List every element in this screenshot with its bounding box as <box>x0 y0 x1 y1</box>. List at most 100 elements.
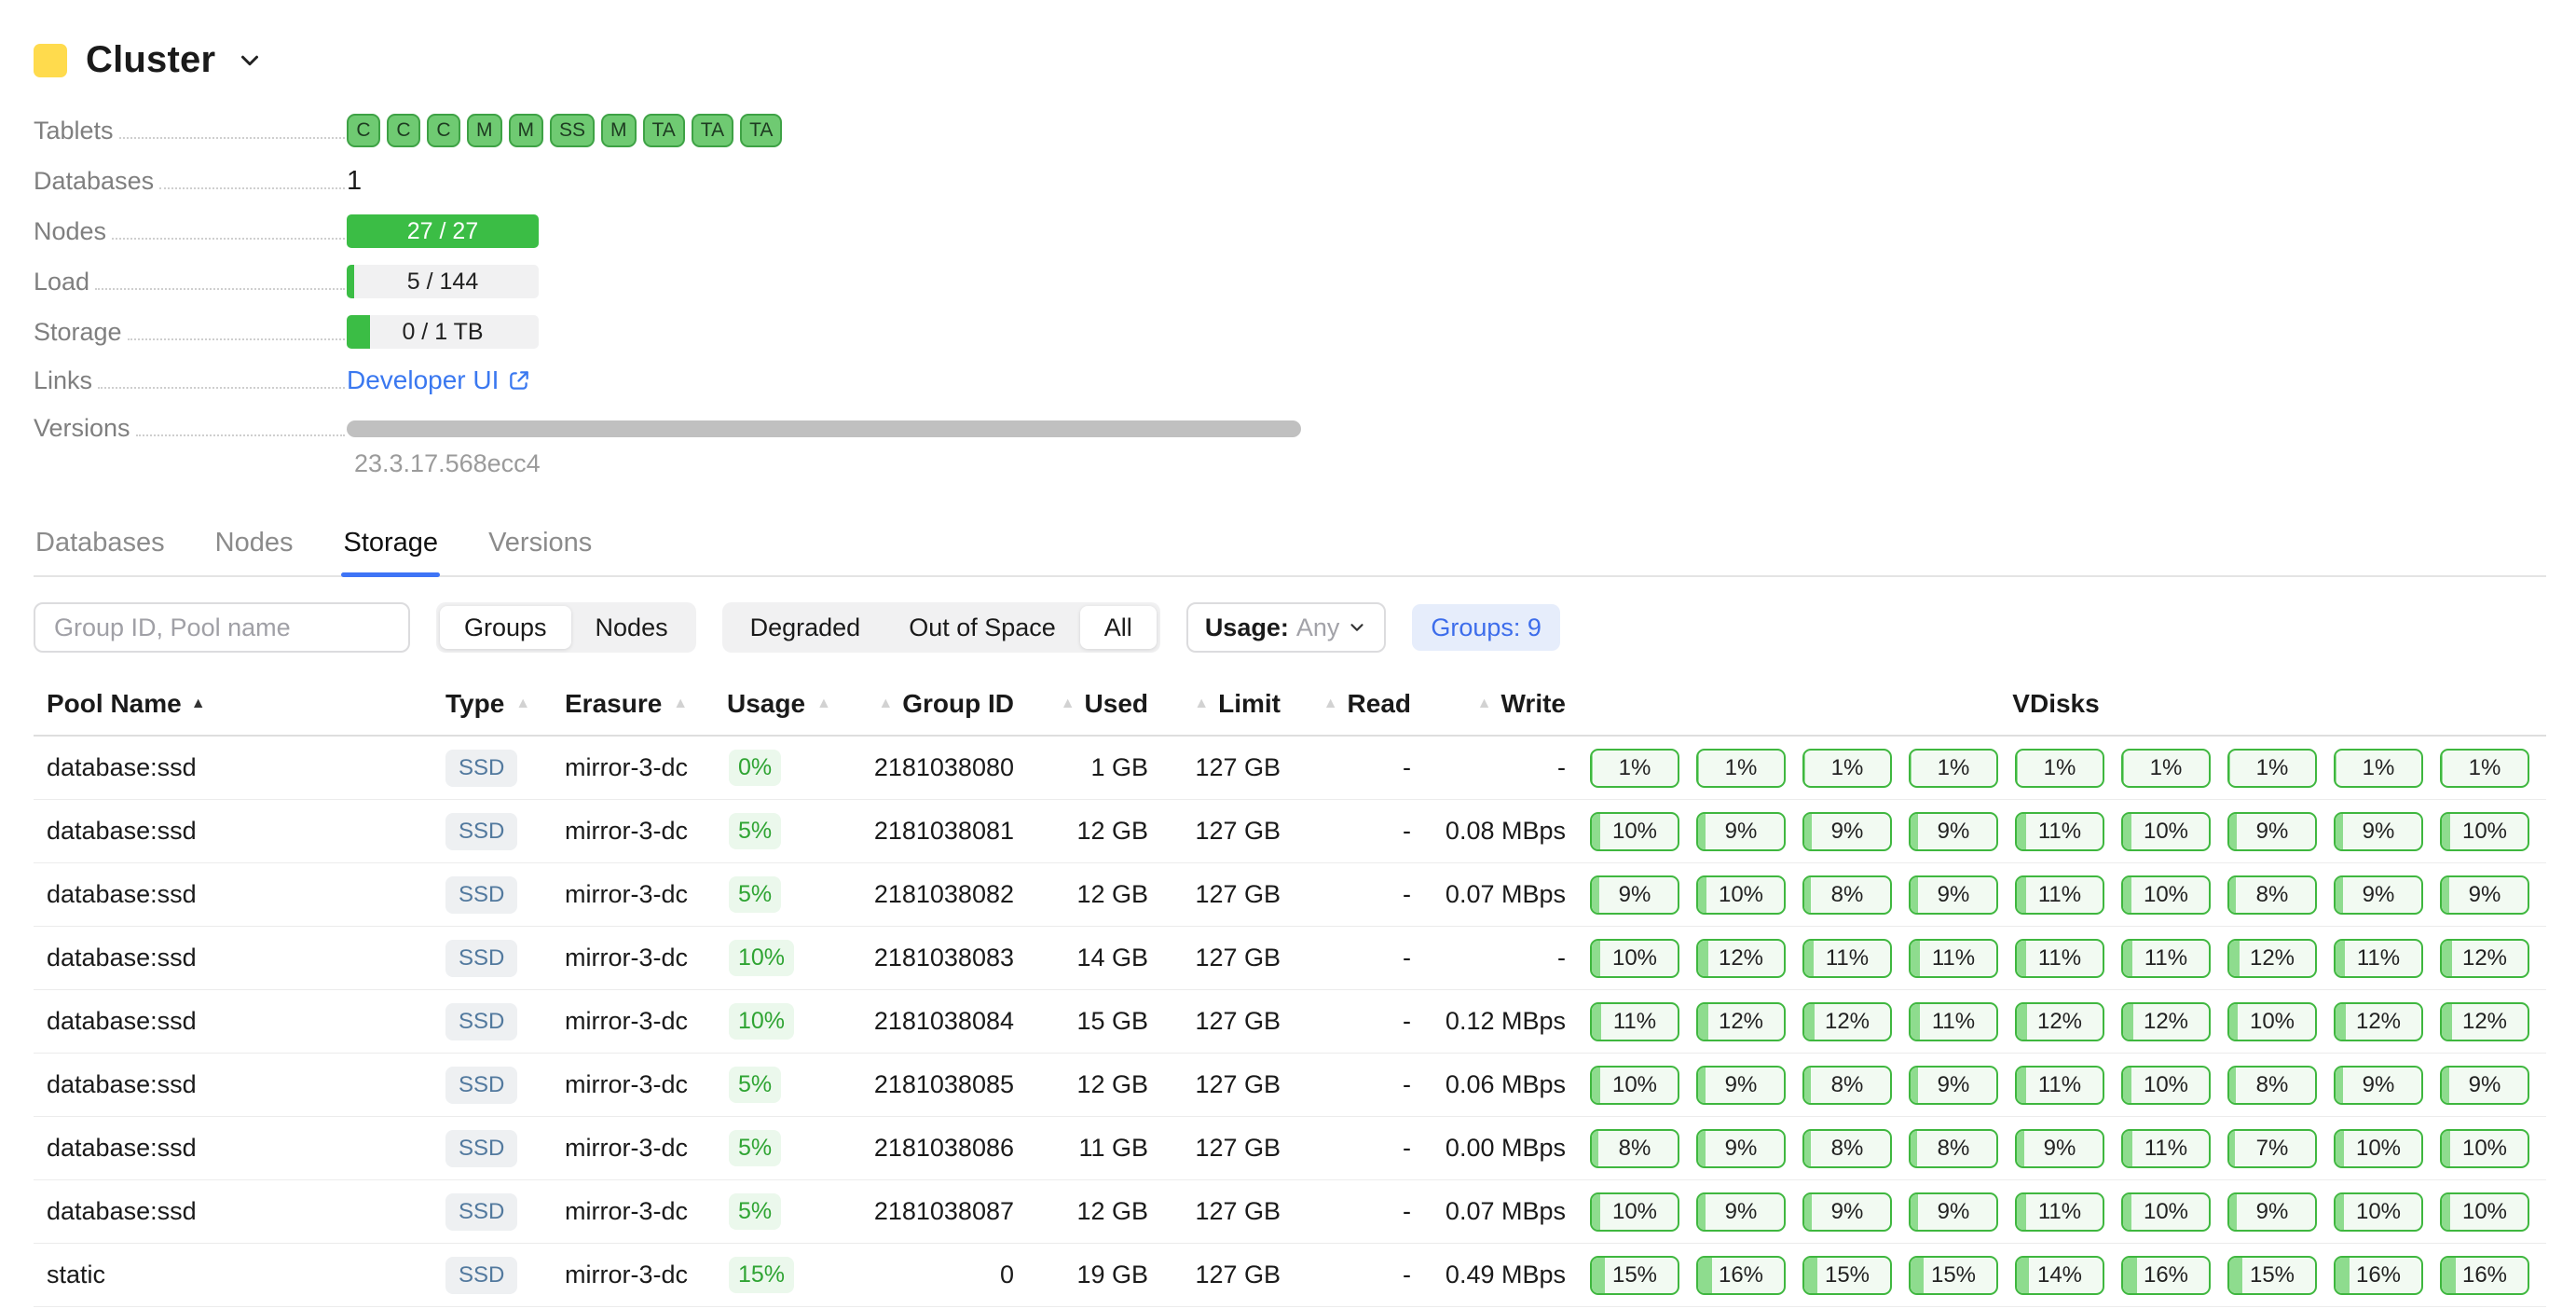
vdisk-box[interactable]: 12% <box>2015 1002 2104 1041</box>
tablet-type-badge[interactable]: M <box>601 114 637 147</box>
column-header-write[interactable]: ▲Write <box>1411 689 1566 719</box>
vdisk-box[interactable]: 15% <box>1590 1256 1679 1295</box>
tab-databases[interactable]: Databases <box>34 522 167 575</box>
tablet-type-badge[interactable]: TA <box>643 114 685 147</box>
vdisk-box[interactable]: 9% <box>2227 812 2317 851</box>
vdisk-box[interactable]: 10% <box>2121 812 2211 851</box>
vdisk-box[interactable]: 16% <box>1696 1256 1786 1295</box>
column-header-read[interactable]: ▲Read <box>1281 689 1411 719</box>
vdisk-box[interactable]: 9% <box>1696 1066 1786 1105</box>
vdisk-box[interactable]: 8% <box>1909 1129 1998 1168</box>
column-header-type[interactable]: Type▲ <box>445 689 565 719</box>
toggle-groups[interactable]: Groups <box>440 606 571 649</box>
vdisk-box[interactable]: 16% <box>2440 1256 2529 1295</box>
vdisk-box[interactable]: 11% <box>2015 939 2104 978</box>
vdisk-box[interactable]: 10% <box>2440 812 2529 851</box>
vdisk-box[interactable]: 8% <box>1590 1129 1679 1168</box>
vdisk-box[interactable]: 10% <box>1590 1066 1679 1105</box>
toggle-nodes[interactable]: Nodes <box>571 606 692 649</box>
tablet-type-badge[interactable]: C <box>387 114 420 147</box>
filter-all[interactable]: All <box>1080 606 1157 649</box>
tablet-type-badge[interactable]: M <box>509 114 544 147</box>
vdisk-box[interactable]: 9% <box>2227 1192 2317 1232</box>
vdisk-box[interactable]: 1% <box>2334 749 2423 788</box>
vdisk-box[interactable]: 12% <box>2440 939 2529 978</box>
vdisk-box[interactable]: 9% <box>1909 1192 1998 1232</box>
vdisk-box[interactable]: 9% <box>2015 1129 2104 1168</box>
vdisk-box[interactable]: 9% <box>1802 812 1892 851</box>
vdisk-box[interactable]: 11% <box>1909 939 1998 978</box>
vdisk-box[interactable]: 11% <box>2334 939 2423 978</box>
tablet-type-badge[interactable]: C <box>347 114 380 147</box>
vdisk-box[interactable]: 9% <box>1909 1066 1998 1105</box>
column-header-group-id[interactable]: ▲Group ID <box>820 689 1014 719</box>
vdisk-box[interactable]: 9% <box>1696 1192 1786 1232</box>
vdisk-box[interactable]: 10% <box>2121 875 2211 915</box>
tab-versions[interactable]: Versions <box>486 522 594 575</box>
vdisk-box[interactable]: 12% <box>2440 1002 2529 1041</box>
vdisk-box[interactable]: 9% <box>2334 1066 2423 1105</box>
vdisk-box[interactable]: 12% <box>2227 939 2317 978</box>
vdisk-box[interactable]: 8% <box>1802 875 1892 915</box>
vdisk-box[interactable]: 1% <box>2440 749 2529 788</box>
vdisk-box[interactable]: 12% <box>2334 1002 2423 1041</box>
vdisk-box[interactable]: 10% <box>2334 1129 2423 1168</box>
vdisk-box[interactable]: 10% <box>2440 1192 2529 1232</box>
vdisk-box[interactable]: 11% <box>2015 1066 2104 1105</box>
vdisk-box[interactable]: 16% <box>2121 1256 2211 1295</box>
vdisk-box[interactable]: 10% <box>2121 1192 2211 1232</box>
tablet-type-badge[interactable]: M <box>467 114 502 147</box>
column-header-erasure[interactable]: Erasure▲ <box>565 689 727 719</box>
chevron-down-icon[interactable] <box>236 47 264 75</box>
tablet-type-badge[interactable]: TA <box>692 114 733 147</box>
vdisk-box[interactable]: 7% <box>2227 1129 2317 1168</box>
vdisk-box[interactable]: 1% <box>1909 749 1998 788</box>
vdisk-box[interactable]: 9% <box>1590 875 1679 915</box>
developer-ui-link[interactable]: Developer UI <box>347 365 531 395</box>
vdisk-box[interactable]: 10% <box>1590 1192 1679 1232</box>
vdisk-box[interactable]: 9% <box>2334 812 2423 851</box>
vdisk-box[interactable]: 8% <box>1802 1066 1892 1105</box>
vdisk-box[interactable]: 10% <box>2121 1066 2211 1105</box>
vdisk-box[interactable]: 10% <box>1590 939 1679 978</box>
vdisk-box[interactable]: 12% <box>2121 1002 2211 1041</box>
vdisk-box[interactable]: 9% <box>2334 875 2423 915</box>
vdisk-box[interactable]: 11% <box>2121 939 2211 978</box>
column-header-usage[interactable]: Usage▲ <box>727 689 820 719</box>
vdisk-box[interactable]: 14% <box>2015 1256 2104 1295</box>
vdisk-box[interactable]: 11% <box>1590 1002 1679 1041</box>
vdisk-box[interactable]: 1% <box>1696 749 1786 788</box>
vdisk-box[interactable]: 11% <box>1802 939 1892 978</box>
vdisk-box[interactable]: 15% <box>1802 1256 1892 1295</box>
vdisk-box[interactable]: 10% <box>2227 1002 2317 1041</box>
vdisk-box[interactable]: 10% <box>2440 1129 2529 1168</box>
vdisk-box[interactable]: 1% <box>2227 749 2317 788</box>
vdisk-box[interactable]: 11% <box>2015 875 2104 915</box>
column-header-used[interactable]: ▲Used <box>1014 689 1148 719</box>
vdisk-box[interactable]: 12% <box>1696 1002 1786 1041</box>
vdisk-box[interactable]: 12% <box>1696 939 1786 978</box>
vdisk-box[interactable]: 1% <box>1802 749 1892 788</box>
tablet-type-badge[interactable]: TA <box>740 114 782 147</box>
vdisk-box[interactable]: 1% <box>2015 749 2104 788</box>
vdisk-box[interactable]: 9% <box>2440 875 2529 915</box>
filter-out-of-space[interactable]: Out of Space <box>884 606 1080 649</box>
vdisk-box[interactable]: 8% <box>2227 875 2317 915</box>
usage-filter-select[interactable]: Usage: Any <box>1186 602 1387 653</box>
tab-storage[interactable]: Storage <box>341 522 440 575</box>
tablet-type-badge[interactable]: C <box>427 114 460 147</box>
vdisk-box[interactable]: 9% <box>1696 1129 1786 1168</box>
column-header-limit[interactable]: ▲Limit <box>1148 689 1281 719</box>
vdisk-box[interactable]: 1% <box>2121 749 2211 788</box>
filter-degraded[interactable]: Degraded <box>726 606 885 649</box>
vdisk-box[interactable]: 16% <box>2334 1256 2423 1295</box>
vdisk-box[interactable]: 10% <box>1590 812 1679 851</box>
vdisk-box[interactable]: 12% <box>1802 1002 1892 1041</box>
vdisk-box[interactable]: 10% <box>1696 875 1786 915</box>
vdisk-box[interactable]: 11% <box>2015 812 2104 851</box>
vdisk-box[interactable]: 1% <box>1590 749 1679 788</box>
vdisk-box[interactable]: 9% <box>2440 1066 2529 1105</box>
vdisk-box[interactable]: 11% <box>1909 1002 1998 1041</box>
search-input[interactable] <box>34 602 410 653</box>
vdisk-box[interactable]: 9% <box>1802 1192 1892 1232</box>
